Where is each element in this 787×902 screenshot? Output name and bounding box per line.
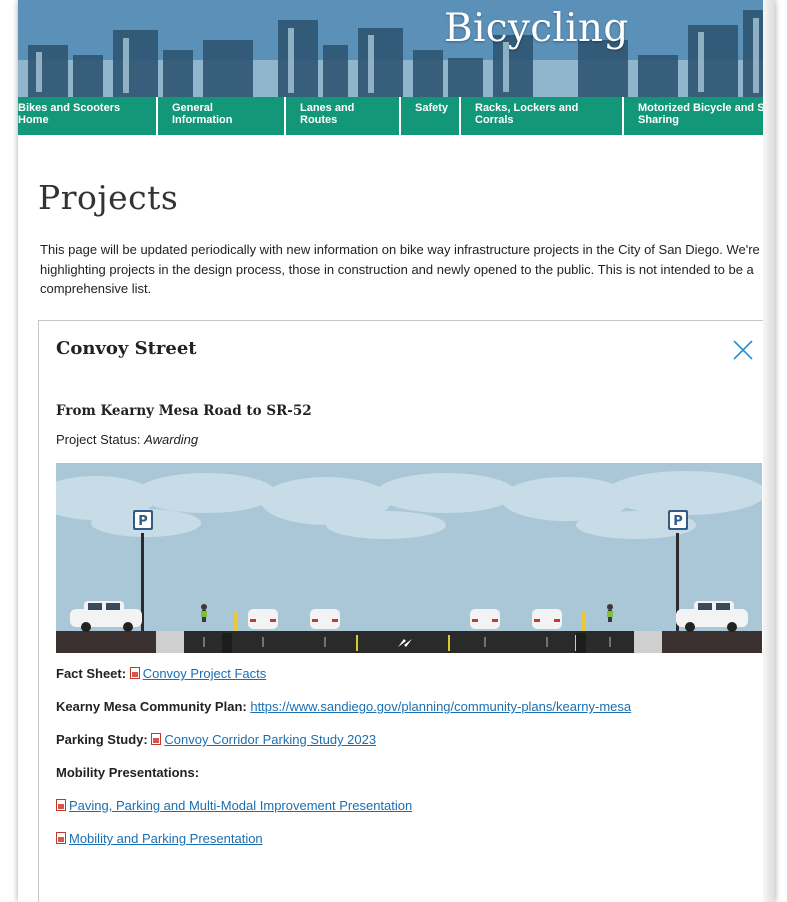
mobility-presentations-label: Mobility Presentations: — [56, 765, 200, 780]
page-edge-shadow — [763, 0, 775, 902]
site-section-title: Bicycling — [444, 6, 629, 51]
close-icon[interactable] — [731, 338, 755, 362]
pdf-icon — [151, 733, 162, 745]
street-cross-section-illustration: P P — [56, 463, 762, 653]
mobility-presentations-row: Mobility Presentations: — [56, 765, 199, 780]
status-value: Awarding — [144, 432, 199, 447]
status-label: Project Status: — [56, 432, 141, 447]
nav-item-lanes-and-routes[interactable]: Lanes and Routes — [286, 97, 401, 135]
intro-paragraph: This page will be updated periodically w… — [40, 242, 760, 296]
fact-sheet-row: Fact Sheet: Convoy Project Facts — [56, 666, 266, 681]
parking-sign-right: P — [673, 514, 683, 529]
nav-item-general-information[interactable]: General Information — [158, 97, 286, 135]
presentation-item: Mobility and Parking Presentation — [56, 831, 263, 846]
nav-item-label: Routes — [300, 114, 338, 126]
pdf-icon — [56, 832, 66, 844]
nav-item-label: Safety — [415, 102, 449, 114]
fact-sheet-label: Fact Sheet: — [56, 666, 127, 681]
fact-sheet-link[interactable]: Convoy Project Facts — [143, 666, 267, 681]
parking-study-label: Parking Study: — [56, 732, 148, 747]
header-banner: Bicycling — [18, 0, 775, 97]
parking-study-link[interactable]: Convoy Corridor Parking Study 2023 — [164, 732, 376, 747]
presentation-item: Paving, Parking and Multi-Modal Improvem… — [56, 798, 412, 813]
parking-study-row: Parking Study: Convoy Corridor Parking S… — [56, 732, 376, 747]
nav-item-label: Lanes and — [300, 102, 355, 114]
community-plan-row: Kearny Mesa Community Plan: https://www.… — [56, 699, 631, 714]
pdf-icon — [56, 799, 66, 811]
community-plan-link[interactable]: https://www.sandiego.gov/planning/commun… — [250, 699, 631, 714]
nav-item-racks-lockers-corrals[interactable]: Racks, Lockers and Corrals — [461, 97, 624, 135]
parking-sign-left: P — [138, 514, 148, 529]
nav-item-label: Racks, Lockers and — [475, 102, 579, 114]
nav-item-label: Corrals — [475, 114, 514, 126]
nav-item-label: Sharing — [638, 114, 679, 126]
accordion-title[interactable]: Convoy Street — [56, 338, 197, 359]
nav-item-label: Information — [172, 114, 233, 126]
presentation-link-mobility[interactable]: Mobility and Parking Presentation — [69, 831, 263, 846]
nav-item-label: General — [172, 102, 213, 114]
nav-item-label: Home — [18, 114, 49, 126]
community-plan-label: Kearny Mesa Community Plan: — [56, 699, 247, 714]
nav-item-label: Bikes and Scooters — [18, 102, 121, 114]
project-extent-heading: From Kearny Mesa Road to SR-52 — [56, 403, 312, 419]
nav-item-label: Motorized Bicycle and Sc — [638, 102, 771, 114]
section-nav: Bikes and Scooters Home General Informat… — [18, 97, 775, 135]
presentation-link-paving[interactable]: Paving, Parking and Multi-Modal Improvem… — [69, 798, 412, 813]
page-title: Projects — [38, 178, 179, 217]
nav-item-bikes-and-scooters-home[interactable]: Bikes and Scooters Home — [18, 97, 158, 135]
nav-item-safety[interactable]: Safety — [401, 97, 461, 135]
nav-item-motorized-bicycle-sharing[interactable]: Motorized Bicycle and Sc Sharing — [624, 97, 775, 135]
pdf-icon — [129, 667, 140, 679]
project-accordion-panel: Convoy Street From Kearny Mesa Road to S… — [38, 320, 774, 902]
page-shell: Bicycling Bikes and Scooters Home Genera… — [18, 0, 775, 902]
project-status: Project Status: Awarding — [56, 432, 198, 447]
skyline-illustration — [18, 0, 775, 97]
